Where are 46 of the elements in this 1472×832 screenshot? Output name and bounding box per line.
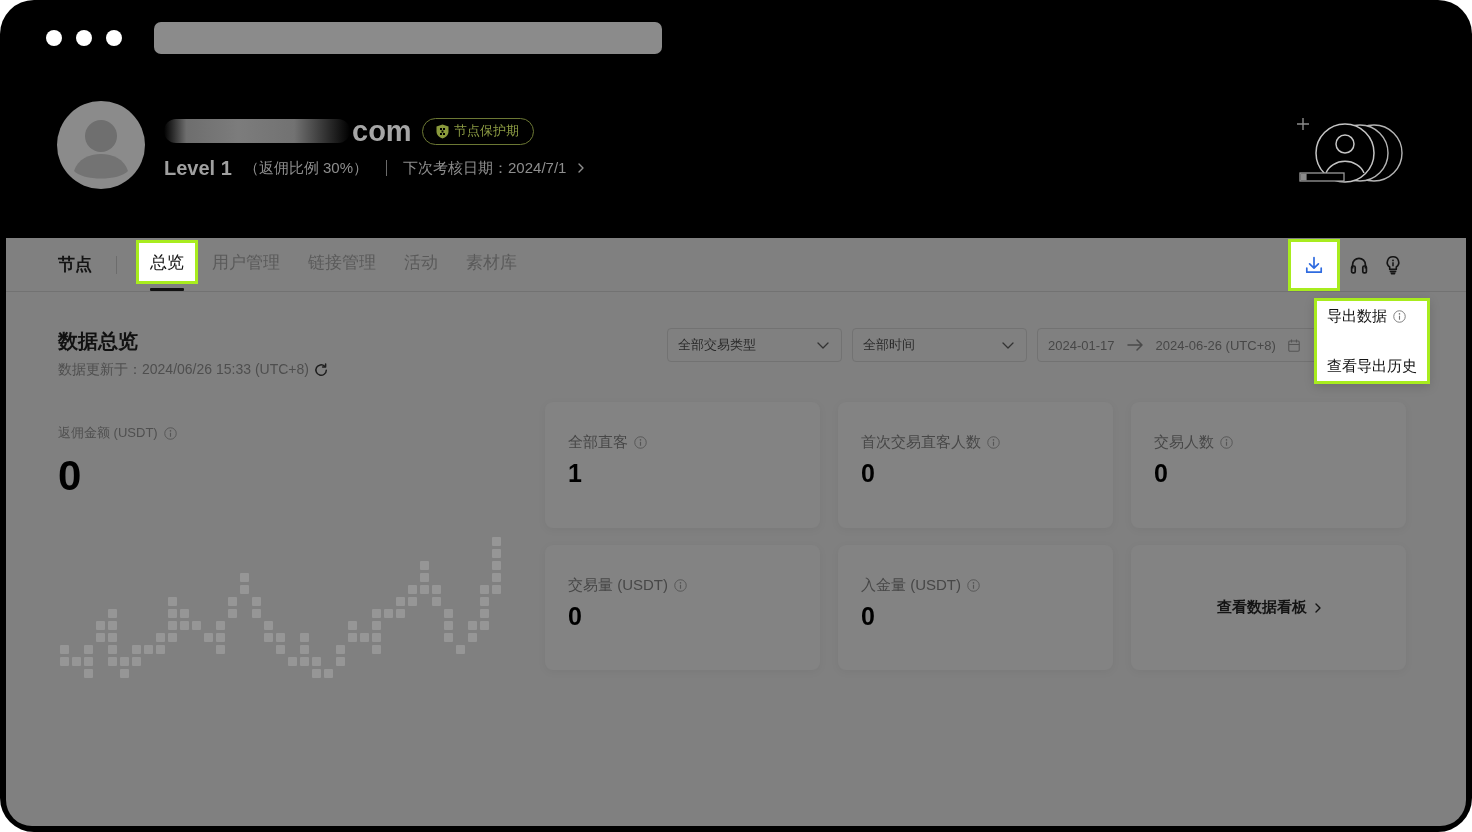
chevron-right-icon (578, 163, 585, 173)
email-text: com (352, 116, 412, 146)
stat-value: 0 (1154, 458, 1168, 488)
chevron-down-icon (1002, 341, 1014, 349)
section-title: 节点 (58, 253, 92, 276)
info-icon (674, 578, 687, 592)
stat-label: 交易人数 (1154, 432, 1214, 452)
rebate-ratio-text: （返佣比例 30%） (243, 158, 369, 178)
menu-item[interactable]: 导出数据 (1327, 301, 1417, 331)
stat-value: 0 (861, 601, 875, 631)
stat-value: 0 (861, 458, 875, 488)
arrow-right-icon (1126, 339, 1144, 351)
stat-value: 1 (568, 458, 582, 488)
window-control-icon[interactable] (76, 29, 92, 46)
stat-label: 入金量 (USDT) (861, 575, 961, 595)
address-bar[interactable] (154, 21, 662, 54)
info-icon (634, 435, 647, 449)
lightbulb-icon (1383, 254, 1403, 275)
window-control-icon[interactable] (106, 29, 122, 46)
info-icon (1220, 435, 1233, 449)
dashboard-link[interactable]: 查看数据看板 (1216, 598, 1321, 617)
info-icon (967, 578, 980, 592)
chevron-down-icon (817, 341, 829, 349)
calendar-icon (1287, 338, 1300, 352)
badge-label: 节点保护期 (453, 122, 519, 140)
avatar-icon (57, 101, 145, 189)
stat-label: 全部直客 (568, 432, 628, 452)
download-button[interactable] (1288, 238, 1340, 291)
info-icon (987, 435, 1000, 449)
dropdown-select[interactable]: 全部交易类型 (667, 328, 842, 362)
refresh-icon[interactable] (313, 363, 328, 377)
tab[interactable]: 总览 (136, 240, 198, 284)
chevron-right-icon (1314, 602, 1321, 613)
menu-item[interactable]: 查看导出历史 (1327, 351, 1417, 381)
window-control-icon[interactable] (46, 29, 62, 46)
stat-value: 0 (58, 454, 82, 498)
info-icon (163, 426, 177, 440)
download-icon (1304, 254, 1324, 275)
stat-label: 首次交易直客人数 (861, 432, 981, 452)
stat-value: 0 (568, 601, 582, 631)
level-label: Level 1 (164, 156, 232, 180)
section-heading: 数据总览 (58, 329, 138, 354)
stat-label: 交易量 (USDT) (568, 575, 668, 595)
shield-icon (435, 123, 449, 139)
review-date-link[interactable]: 下次考核日期：2024/7/1 (403, 158, 585, 178)
dropdown-select[interactable]: 全部时间 (852, 328, 1027, 362)
